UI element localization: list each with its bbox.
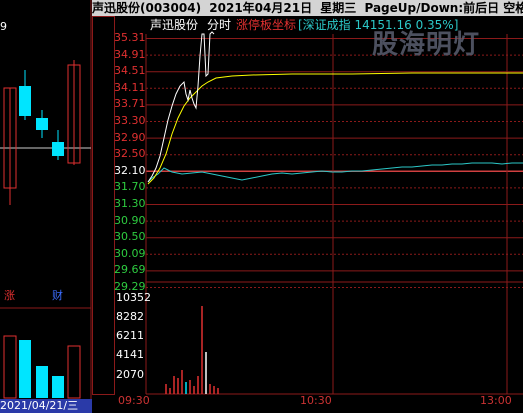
trade-weekday: 星期三 xyxy=(320,1,357,15)
volume-bar-5 xyxy=(67,345,81,399)
kline-panel[interactable]: 9 涨 财 2021/04/21/三 xyxy=(0,0,92,413)
price-grid xyxy=(146,38,523,288)
trade-date: 2021年04月21日 xyxy=(209,1,313,15)
price-label-9: 31.70 xyxy=(114,180,146,194)
legend-limit-axis[interactable]: 涨停板坐标 xyxy=(236,18,296,32)
time-label-1030: 10:30 xyxy=(300,394,332,407)
average-price-line xyxy=(147,72,523,185)
volume-bar-1 xyxy=(3,335,17,399)
volume-label-1: 10352 xyxy=(116,291,151,304)
price-label-4: 33.71 xyxy=(114,97,146,111)
rise-badge[interactable]: 涨 xyxy=(4,290,15,302)
price-label-11: 30.90 xyxy=(114,213,146,227)
price-label-1: 34.91 xyxy=(114,47,146,61)
volume-label-3: 6211 xyxy=(116,329,144,342)
chart-left-frame xyxy=(92,16,115,395)
volume-bar-3 xyxy=(36,366,48,398)
stock-title: 声迅股份(003004) xyxy=(92,1,202,15)
kline-chart[interactable] xyxy=(0,0,92,413)
price-label-10: 31.30 xyxy=(114,197,146,210)
volume-label-4: 4141 xyxy=(116,348,144,361)
price-label-7: 32.50 xyxy=(114,147,146,161)
price-label-6: 32.90 xyxy=(114,130,146,144)
price-label-2: 34.51 xyxy=(114,64,146,78)
price-label-5: 33.30 xyxy=(114,114,146,127)
time-label-0930: 09:30 xyxy=(118,394,150,407)
price-label-8: 32.10 xyxy=(114,163,146,177)
index-line xyxy=(147,162,523,183)
candle-2 xyxy=(19,70,31,120)
keyboard-hint: PageUp/Down:前后日 空格键:操作 xyxy=(364,1,523,15)
watermark-logo: 股海明灯 xyxy=(372,30,481,60)
stock-header-bar: 声迅股份(003004) 2021年04月21日 星期三 PageUp/Down… xyxy=(92,0,523,16)
price-label-12: 30.50 xyxy=(114,230,146,244)
volume-label-2: 8282 xyxy=(116,310,144,323)
volume-bar-4 xyxy=(52,376,64,398)
legend-mode[interactable]: 分时 xyxy=(207,18,231,32)
price-label-14: 29.69 xyxy=(114,263,146,277)
finance-badge[interactable]: 财 xyxy=(52,290,63,302)
price-label-13: 30.09 xyxy=(114,246,146,260)
price-label-0: 35.31 xyxy=(114,31,146,44)
candle-4 xyxy=(52,130,64,160)
candle-3 xyxy=(36,110,48,138)
candle-5 xyxy=(67,60,81,165)
price-line xyxy=(147,31,215,183)
price-label-3: 34.11 xyxy=(114,80,146,94)
stock-terminal-window: 9 涨 财 2021/04/21/三 声迅股份(003004) 2021年04月… xyxy=(0,0,523,413)
volume-bars xyxy=(165,306,219,394)
kline-top-label: 9 xyxy=(0,20,7,33)
candle-1 xyxy=(3,87,17,205)
volume-bar-2 xyxy=(19,340,31,398)
intraday-chart[interactable] xyxy=(92,16,523,413)
kline-date-bar: 2021/04/21/三 xyxy=(0,399,92,413)
volume-label-5: 2070 xyxy=(116,368,144,381)
legend-stock-name: 声迅股份 xyxy=(150,18,199,32)
time-label-1300: 13:00 xyxy=(480,394,512,407)
